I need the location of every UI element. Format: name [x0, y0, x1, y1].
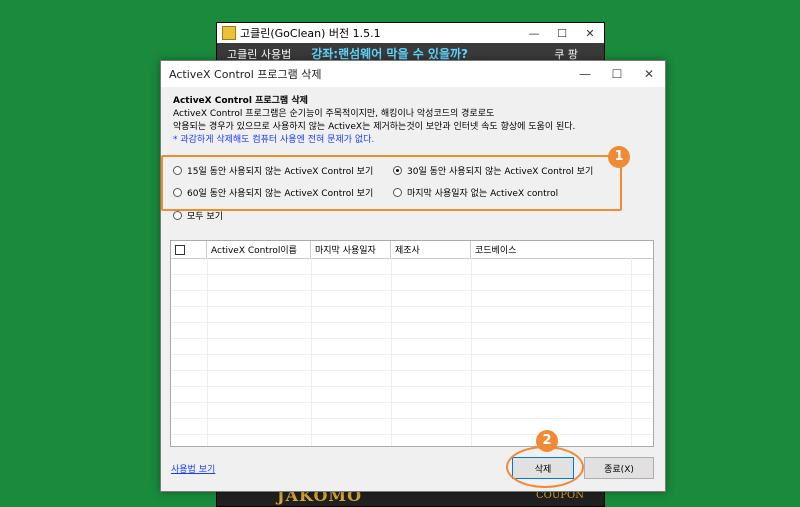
- delete-highlight-ellipse: [506, 446, 584, 488]
- col-last-used[interactable]: 마지막 사용일자: [311, 241, 391, 258]
- radio-60-days[interactable]: 60일 동안 사용되지 않는 ActiveX Control 보기: [173, 186, 373, 199]
- radio-show-all[interactable]: 모두 보기: [173, 209, 223, 222]
- radio-30-days[interactable]: 30일 동안 사용되지 않는 ActiveX Control 보기: [393, 164, 593, 177]
- radio-circle[interactable]: [173, 211, 182, 220]
- dialog-title: ActiveX Control 프로그램 삭제: [169, 68, 322, 81]
- column-divider: [391, 258, 392, 446]
- radio-30-label: 30일 동안 사용되지 않는 ActiveX Control 보기: [407, 167, 594, 177]
- column-divider: [311, 258, 312, 446]
- table-row[interactable]: [171, 291, 653, 307]
- description-line-2: 악용되는 경우가 있으므로 사용하지 않는 ActiveX는 제거하는것이 보안…: [173, 122, 576, 132]
- table-body: [171, 259, 653, 435]
- exit-button[interactable]: 종료(X): [584, 457, 654, 479]
- close-icon[interactable]: ✕: [633, 67, 665, 81]
- minimize-icon[interactable]: —: [520, 27, 548, 40]
- table-row[interactable]: [171, 323, 653, 339]
- table-header: ActiveX Control이름 마지막 사용일자 제조사 코드베이스: [171, 241, 653, 259]
- col-name[interactable]: ActiveX Control이름: [207, 241, 311, 258]
- radio-circle-selected[interactable]: [393, 166, 402, 175]
- close-icon[interactable]: ✕: [576, 27, 604, 40]
- radio-60-label: 60일 동안 사용되지 않는 ActiveX Control 보기: [187, 189, 374, 199]
- goclean-title: 고클린(GoClean) 버전 1.5.1: [240, 27, 381, 40]
- dialog-description: ActiveX Control 프로그램 삭제 ActiveX Control …: [173, 95, 575, 147]
- minimize-icon[interactable]: —: [569, 67, 601, 81]
- step-badge-2: 2: [536, 430, 558, 452]
- dialog-titlebar: ActiveX Control 프로그램 삭제 — ☐ ✕: [161, 61, 665, 87]
- table-row[interactable]: [171, 403, 653, 419]
- safety-note: * 과감하게 삭제해도 컴퓨터 사용엔 전혀 문제가 없다.: [173, 135, 375, 145]
- table-row[interactable]: [171, 307, 653, 323]
- goclean-app-icon: [222, 26, 236, 40]
- maximize-icon[interactable]: ☐: [601, 67, 633, 81]
- radio-circle[interactable]: [393, 188, 402, 197]
- activex-dialog: ActiveX Control 프로그램 삭제 — ☐ ✕ ActiveX Co…: [160, 60, 666, 492]
- radio-circle[interactable]: [173, 166, 182, 175]
- table-row[interactable]: [171, 371, 653, 387]
- table-row[interactable]: [171, 419, 653, 435]
- table-row[interactable]: [171, 259, 653, 275]
- description-line-1: ActiveX Control 프로그램은 순기능이 주목적이지만, 해킹이나 …: [173, 109, 495, 119]
- goclean-titlebar: 고클린(GoClean) 버전 1.5.1 — ☐ ✕: [217, 23, 604, 43]
- col-vendor[interactable]: 제조사: [391, 241, 471, 258]
- col-codebase[interactable]: 코드베이스: [471, 241, 651, 258]
- radio-15-label: 15일 동안 사용되지 않는 ActiveX Control 보기: [187, 167, 374, 177]
- activex-table[interactable]: ActiveX Control이름 마지막 사용일자 제조사 코드베이스: [170, 240, 654, 447]
- radio-none-label: 마지막 사용일자 없는 ActiveX control: [407, 189, 559, 199]
- table-row[interactable]: [171, 275, 653, 291]
- column-divider: [631, 258, 632, 446]
- table-row[interactable]: [171, 339, 653, 355]
- radio-all-label: 모두 보기: [187, 212, 223, 222]
- radio-circle[interactable]: [173, 188, 182, 197]
- table-row[interactable]: [171, 387, 653, 403]
- step-badge-1: 1: [608, 146, 630, 168]
- table-row[interactable]: [171, 355, 653, 371]
- usage-guide-link[interactable]: 사용법 보기: [171, 462, 215, 475]
- radio-no-last-used[interactable]: 마지막 사용일자 없는 ActiveX control: [393, 186, 558, 199]
- select-all-cell[interactable]: [171, 241, 207, 258]
- maximize-icon[interactable]: ☐: [548, 27, 576, 40]
- select-all-checkbox[interactable]: [175, 244, 185, 255]
- dialog-heading: ActiveX Control 프로그램 삭제: [173, 96, 308, 106]
- column-divider: [207, 258, 208, 446]
- column-divider: [471, 258, 472, 446]
- radio-15-days[interactable]: 15일 동안 사용되지 않는 ActiveX Control 보기: [173, 164, 373, 177]
